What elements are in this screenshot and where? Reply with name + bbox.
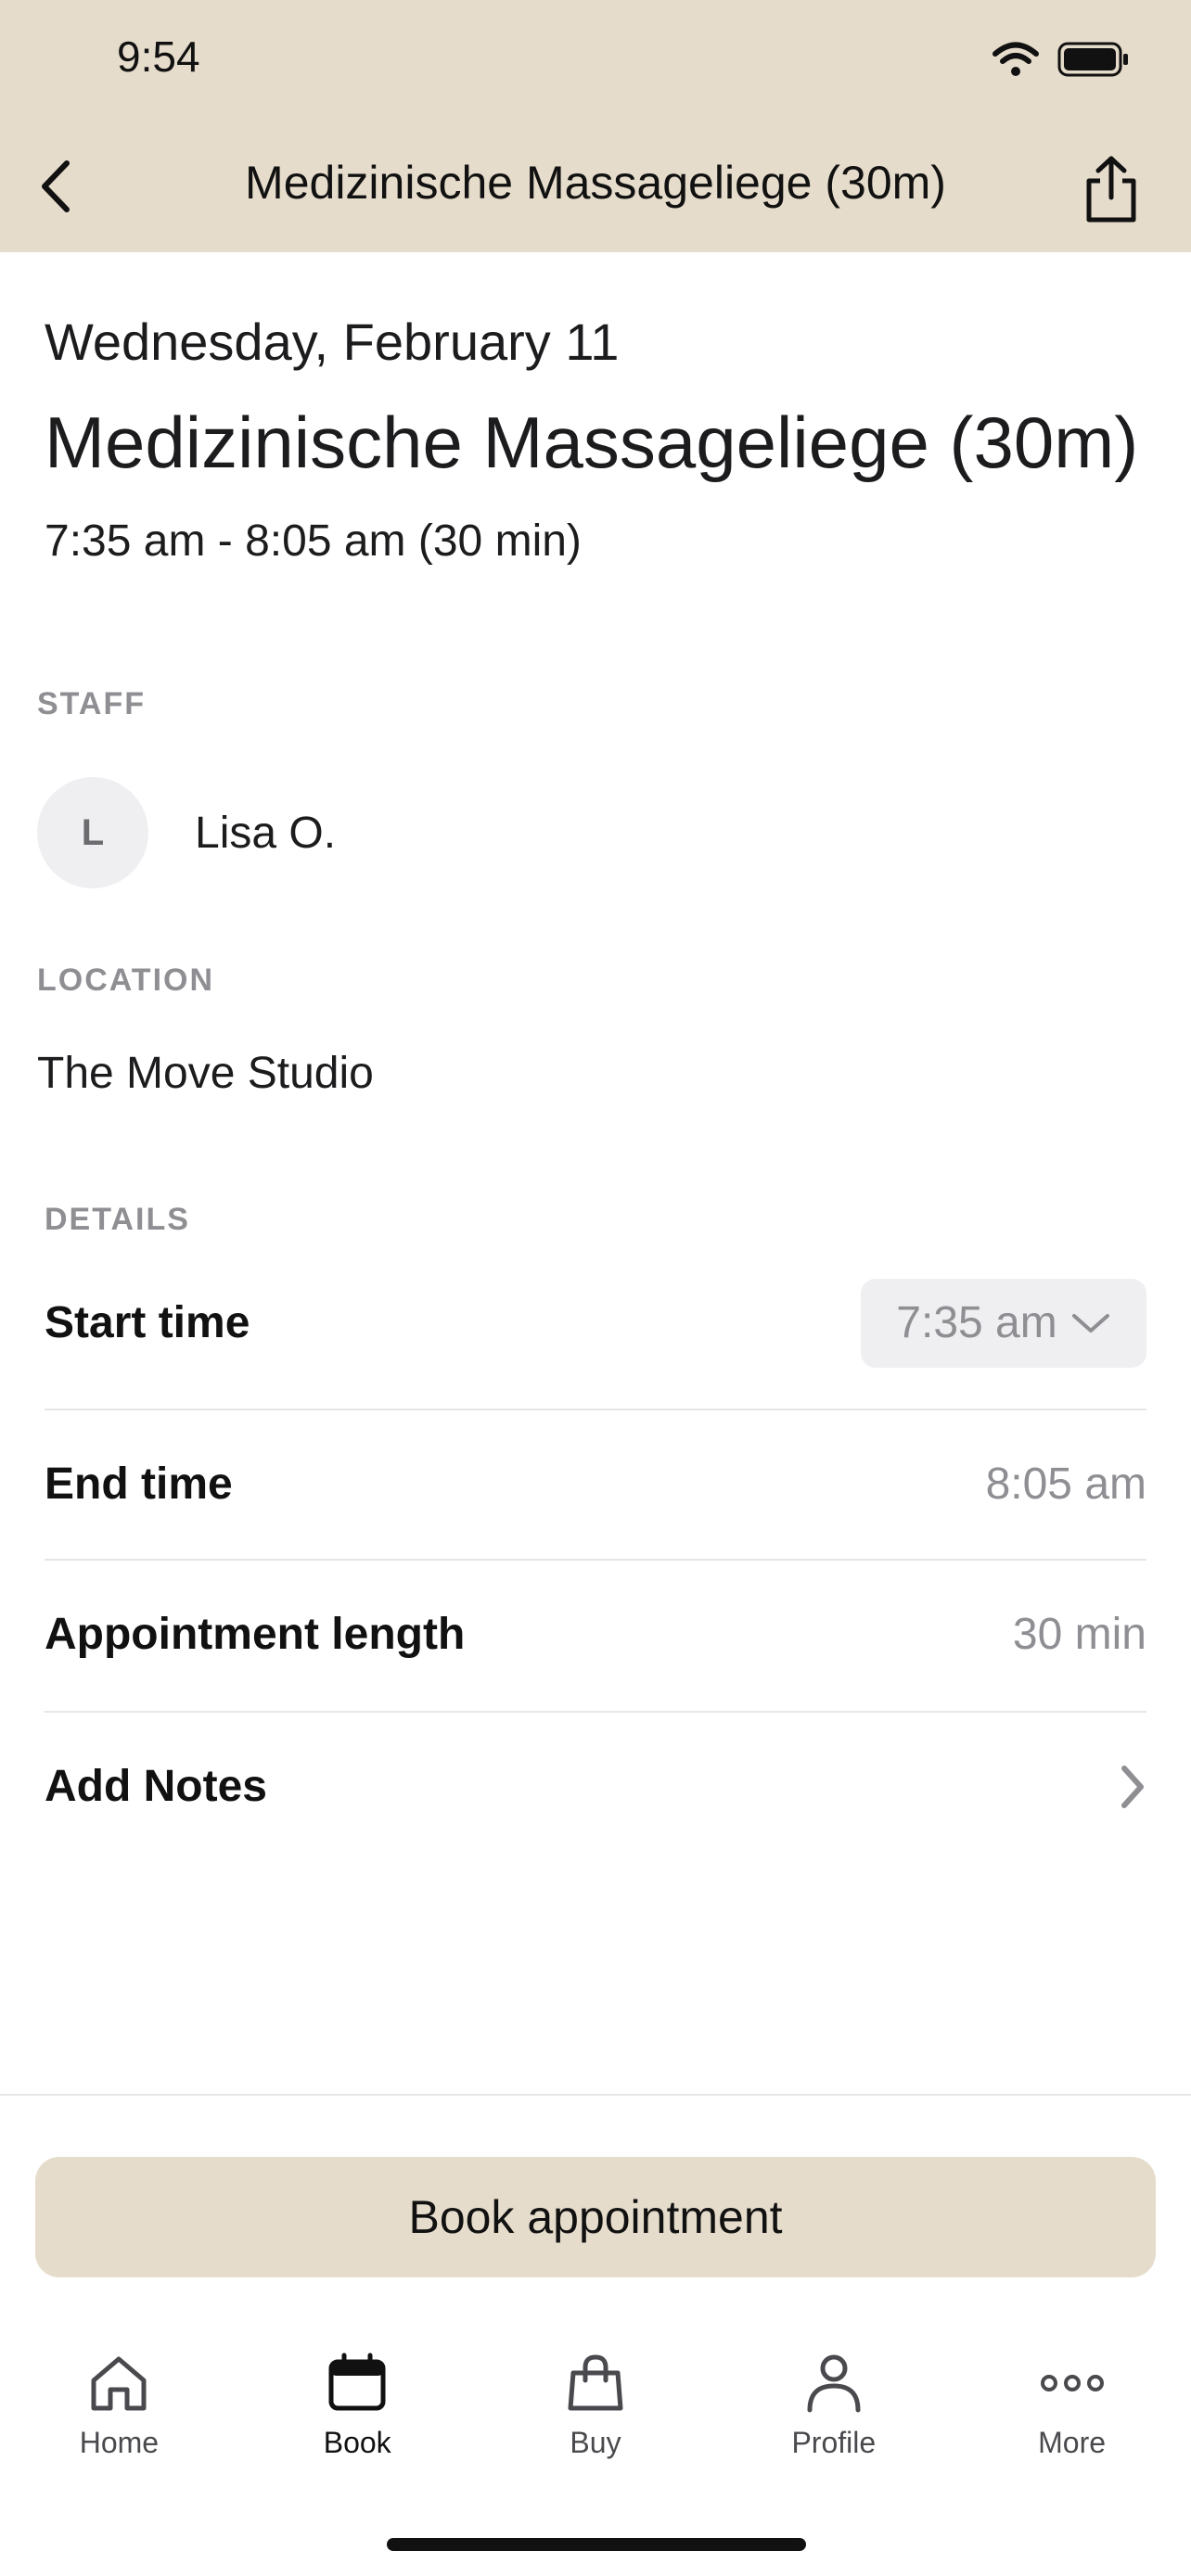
tab-more[interactable]: More	[953, 2346, 1191, 2494]
add-notes-label: Add Notes	[45, 1762, 267, 1811]
staff-name: Lisa O.	[195, 808, 337, 858]
status-time: 9:54	[117, 32, 200, 81]
header: 9:54 Medizinische Massageliege (30m)	[0, 0, 1191, 252]
book-appointment-button[interactable]: Book appointment	[35, 2157, 1156, 2277]
details-section-label: DETAILS	[45, 1202, 190, 1237]
person-icon	[797, 2346, 871, 2420]
chevron-right-icon	[1121, 1765, 1144, 1808]
footer-divider	[0, 2094, 1191, 2096]
tab-buy-label: Buy	[570, 2426, 621, 2459]
tab-profile-label: Profile	[791, 2426, 877, 2459]
appointment-date: Wednesday, February 11	[45, 312, 620, 371]
tab-profile[interactable]: Profile	[714, 2346, 953, 2494]
start-time-select[interactable]: 7:35 am	[861, 1278, 1146, 1368]
screen: 9:54 Medizinische Massageliege (30m) Wed…	[0, 0, 1191, 2576]
appointment-title: Medizinische Massageliege (30m)	[45, 402, 1139, 483]
start-time-value: 7:35 am	[896, 1298, 1057, 1347]
tab-more-label: More	[1038, 2426, 1107, 2459]
chevron-left-icon	[42, 160, 70, 212]
shopping-bag-icon	[558, 2346, 633, 2420]
end-time-value: 8:05 am	[985, 1460, 1146, 1509]
appointment-time-range: 7:35 am - 8:05 am (30 min)	[45, 516, 582, 566]
avatar: L	[37, 777, 148, 888]
share-button[interactable]	[1074, 148, 1148, 232]
share-icon	[1086, 156, 1136, 223]
add-notes-row[interactable]: Add Notes	[45, 1711, 1146, 1862]
end-time-row: End time 8:05 am	[45, 1409, 1146, 1560]
location-section-label: LOCATION	[37, 963, 215, 998]
tab-buy[interactable]: Buy	[477, 2346, 715, 2494]
home-icon	[82, 2346, 156, 2420]
battery-icon	[1057, 41, 1130, 83]
chevron-down-icon	[1071, 1313, 1109, 1333]
appointment-length-label: Appointment length	[45, 1610, 466, 1659]
staff-row[interactable]: L Lisa O.	[37, 777, 336, 888]
tab-book-label: Book	[323, 2426, 391, 2459]
back-button[interactable]	[28, 153, 83, 220]
tab-bar: Home Book Buy Profile More	[0, 2346, 1191, 2494]
staff-section-label: STAFF	[37, 686, 147, 721]
status-icons	[992, 41, 1130, 83]
appointment-length-value: 30 min	[1012, 1610, 1146, 1659]
tab-home[interactable]: Home	[0, 2346, 238, 2494]
tab-book[interactable]: Book	[238, 2346, 477, 2494]
calendar-icon	[320, 2346, 394, 2420]
end-time-label: End time	[45, 1460, 233, 1509]
nav-title: Medizinische Massageliege (30m)	[245, 157, 946, 209]
more-dots-icon	[1035, 2346, 1109, 2420]
wifi-icon	[992, 42, 1039, 82]
location-name: The Move Studio	[37, 1049, 374, 1098]
home-indicator	[387, 2538, 806, 2551]
appointment-length-row: Appointment length 30 min	[45, 1559, 1146, 1710]
start-time-row: Start time 7:35 am	[45, 1247, 1146, 1398]
tab-home-label: Home	[79, 2426, 160, 2459]
start-time-label: Start time	[45, 1298, 250, 1347]
